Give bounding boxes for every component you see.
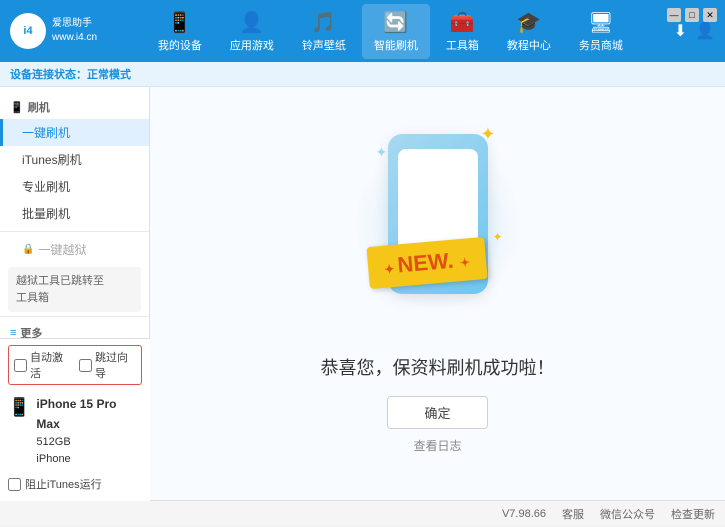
window-maximize-button[interactable]: □ [685, 8, 699, 22]
sidebar: 📱 刷机 一键刷机 iTunes刷机 专业刷机 批量刷机 🔒 一键越狱 越狱工具… [0, 87, 150, 500]
device-phone-icon: 📱 [8, 397, 30, 418]
logo-text: 爱思助手 www.i4.cn [52, 17, 97, 45]
service-icon: 🖥 [588, 10, 613, 35]
footer-wechat[interactable]: 微信公众号 [600, 506, 655, 522]
divider-1 [0, 231, 149, 232]
sparkle-top-right: ✦ [480, 124, 495, 145]
app-icon: 👤 [239, 10, 264, 35]
sidebar-section-flash: 📱 刷机 一键刷机 iTunes刷机 专业刷机 批量刷机 [0, 95, 149, 227]
download-button[interactable]: ⬇ [674, 21, 687, 41]
nav-my-device[interactable]: 📱 我的设备 [146, 4, 214, 59]
footer: V7.98.66 客服 微信公众号 检查更新 [0, 500, 725, 526]
nav-smart-flash[interactable]: 🔄 智能刷机 [362, 4, 430, 59]
new-badge: NEW. [366, 236, 487, 288]
more-group-icon: ≡ [10, 327, 16, 339]
logo-icon: i4 [10, 13, 46, 49]
device-details: iPhone 15 Pro Max 512GB iPhone [36, 395, 142, 469]
header: i4 爱思助手 www.i4.cn 📱 我的设备 👤 应用游戏 🎵 铃声壁纸 🔄… [0, 0, 725, 62]
ringtone-icon: 🎵 [311, 10, 336, 35]
auto-activate-label[interactable]: 自动激活 [14, 349, 71, 381]
sparkle-right: ✦ [492, 230, 502, 244]
success-message: 恭喜您，保资料刷机成功啦！ [321, 354, 555, 380]
logo-area: i4 爱思助手 www.i4.cn [10, 13, 97, 49]
sidebar-item-onekey-flash[interactable]: 一键刷机 [0, 119, 149, 146]
nav-app-game[interactable]: 👤 应用游戏 [218, 4, 286, 59]
main-content: ✦ ✦ NEW. ✦ 恭喜您，保资料刷机成功啦！ 确定 查看日志 [150, 87, 725, 500]
success-illustration: ✦ ✦ NEW. ✦ [348, 134, 528, 334]
nav-bar: 📱 我的设备 👤 应用游戏 🎵 铃声壁纸 🔄 智能刷机 🧰 工具箱 🎓 教程中心… [117, 4, 664, 59]
sidebar-item-pro-flash[interactable]: 专业刷机 [0, 173, 149, 200]
toolbox-icon: 🧰 [450, 10, 475, 35]
flash-group-icon: 📱 [10, 101, 24, 114]
log-link[interactable]: 查看日志 [413, 437, 461, 454]
sparkle-top-left: ✦ [376, 144, 388, 161]
device-info: 📱 iPhone 15 Pro Max 512GB iPhone [8, 391, 142, 473]
nav-ringtone[interactable]: 🎵 铃声壁纸 [290, 4, 358, 59]
block-itunes-checkbox[interactable] [8, 478, 21, 491]
sidebar-item-batch-flash[interactable]: 批量刷机 [0, 200, 149, 227]
window-close-button[interactable]: ✕ [703, 8, 717, 22]
sidebar-item-itunes-flash[interactable]: iTunes刷机 [0, 146, 149, 173]
sidebar-item-jailbreak: 🔒 一键越狱 [0, 236, 149, 263]
time-guide-checkbox[interactable] [79, 359, 92, 372]
window-minimize-button[interactable]: — [667, 8, 681, 22]
sidebar-bottom: 自动激活 跳过向导 📱 iPhone 15 Pro Max 512GB iPho… [0, 338, 150, 500]
nav-service[interactable]: 🖥 务员商城 [567, 4, 635, 59]
auto-activate-area: 自动激活 跳过向导 [8, 345, 142, 385]
device-icon: 📱 [167, 10, 192, 35]
status-bar: 设备连接状态：正常模式 [0, 62, 725, 87]
footer-help[interactable]: 客服 [562, 506, 584, 522]
repair-notice: 越狱工具已跳转至工具箱 [8, 267, 141, 312]
tutorial-icon: 🎓 [516, 10, 541, 35]
time-guide-label[interactable]: 跳过向导 [79, 349, 136, 381]
sidebar-group-flash: 📱 刷机 [0, 95, 149, 119]
flash-icon: 🔄 [383, 10, 408, 35]
footer-check-update[interactable]: 检查更新 [671, 506, 715, 522]
auto-activate-checkbox[interactable] [14, 359, 27, 372]
main-area: 📱 刷机 一键刷机 iTunes刷机 专业刷机 批量刷机 🔒 一键越狱 越狱工具… [0, 87, 725, 500]
divider-2 [0, 316, 149, 317]
user-button[interactable]: 👤 [695, 21, 715, 41]
sidebar-section-jailbreak: 🔒 一键越狱 越狱工具已跳转至工具箱 [0, 236, 149, 312]
phone-graphic: ✦ ✦ NEW. ✦ [388, 134, 488, 294]
lock-icon: 🔒 [22, 244, 34, 255]
nav-toolbox[interactable]: 🧰 工具箱 [434, 4, 491, 59]
confirm-button[interactable]: 确定 [387, 396, 487, 429]
header-right: ⬇ 👤 [674, 21, 715, 41]
block-itunes-area: 阻止iTunes运行 [8, 473, 142, 495]
nav-tutorial[interactable]: 🎓 教程中心 [495, 4, 563, 59]
